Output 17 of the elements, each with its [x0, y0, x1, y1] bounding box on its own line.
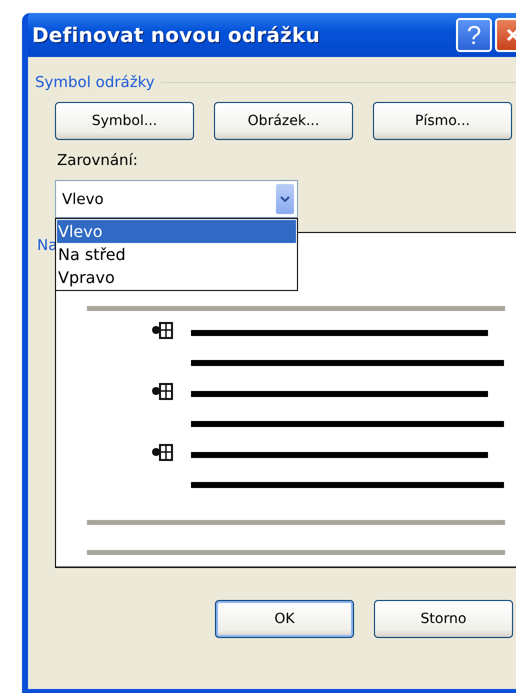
dialog-button[interactable]: Storno: [374, 600, 513, 638]
dropdown-option[interactable]: Vlevo: [57, 220, 296, 243]
bullet-icon: [152, 383, 173, 400]
dropdown-option[interactable]: Vpravo: [57, 266, 296, 289]
close-icon[interactable]: [506, 28, 516, 42]
dialog-button[interactable]: Písmo...: [373, 102, 512, 140]
bullet-icon: [152, 444, 173, 461]
bullet-icon: [152, 322, 173, 339]
dialog-button[interactable]: Obrázek...: [214, 102, 353, 140]
dialog-button[interactable]: Symbol...: [55, 102, 194, 140]
window-title: Definovat novou odrážku: [32, 23, 321, 47]
alignment-label: Zarovnání:: [57, 151, 139, 171]
alignment-dropdown[interactable]: Vlevo: [55, 180, 298, 218]
dialog-button[interactable]: OK: [215, 600, 354, 638]
help-button[interactable]: ?: [456, 18, 492, 52]
group-label: Symbol odrážky: [35, 73, 155, 91]
dropdown-option[interactable]: Na střed: [57, 243, 296, 266]
